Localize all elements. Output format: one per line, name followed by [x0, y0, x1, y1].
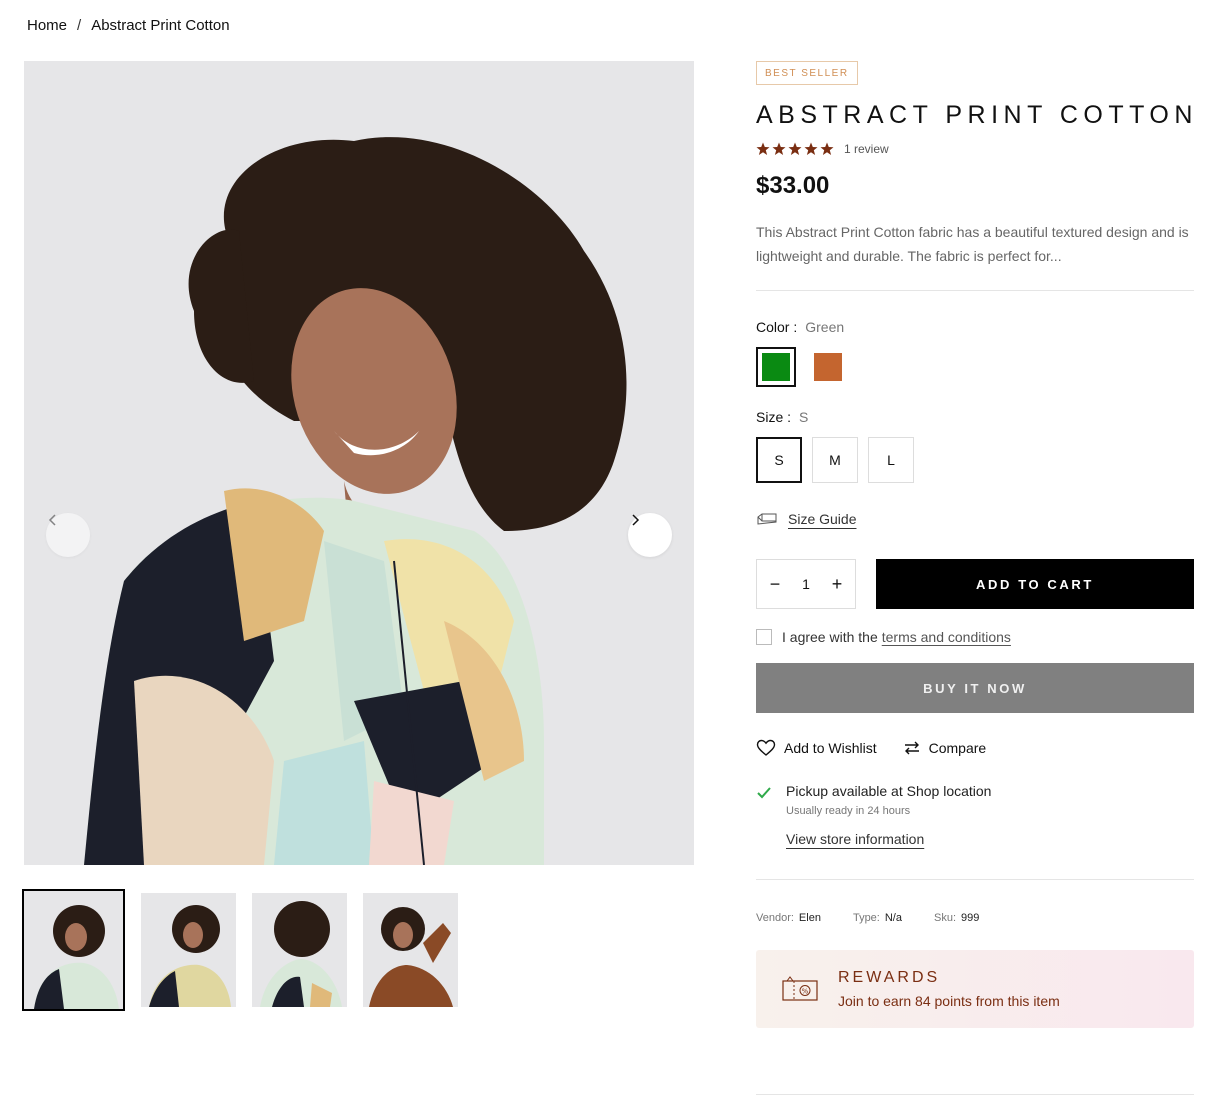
terms-text: I agree with the	[782, 629, 878, 645]
quantity-increase-button[interactable]: +	[827, 574, 847, 595]
divider	[756, 879, 1194, 880]
color-option: Color : Green	[756, 319, 1194, 387]
divider	[756, 1094, 1194, 1095]
size-m-button[interactable]: M	[812, 437, 858, 483]
size-guide-link[interactable]: Size Guide	[788, 511, 856, 527]
best-seller-badge: BEST SELLER	[756, 61, 858, 85]
view-store-information-link[interactable]: View store information	[786, 831, 924, 847]
rewards-subtitle: Join to earn 84 points from this item	[838, 993, 1060, 1009]
star-icon	[756, 142, 770, 155]
star-icon	[772, 142, 786, 155]
thumbnail-4[interactable]	[363, 893, 458, 1007]
product-photo	[84, 137, 627, 865]
star-icon	[804, 142, 818, 155]
pickup-text: Pickup available at Shop location	[786, 783, 992, 799]
swatch-green[interactable]	[756, 347, 796, 387]
size-buttons: S M L	[756, 437, 1194, 483]
review-count[interactable]: 1 review	[844, 142, 889, 156]
wishlist-label: Add to Wishlist	[784, 740, 877, 756]
thumbnail-2[interactable]	[141, 893, 236, 1007]
product-info: BEST SELLER ABSTRACT PRINT COTTON 1 revi…	[756, 61, 1194, 1028]
quantity-decrease-button[interactable]: −	[765, 574, 785, 595]
size-label-text: Size :	[756, 409, 792, 425]
vendor-meta: Vendor: Elen	[756, 912, 821, 924]
terms-checkbox[interactable]	[756, 629, 772, 645]
star-icon	[788, 142, 802, 155]
size-l-button[interactable]: L	[868, 437, 914, 483]
buy-it-now-button[interactable]: BUY IT NOW	[756, 663, 1194, 713]
cart-row: − 1 + ADD TO CART	[756, 559, 1194, 609]
type-meta: Type: N/a	[852, 912, 902, 924]
divider	[756, 290, 1194, 291]
product-description: This Abstract Print Cotton fabric has a …	[756, 224, 1189, 264]
prev-image-button[interactable]	[46, 513, 90, 557]
product-rating: 1 review	[756, 142, 1194, 156]
sku-meta: Sku: 999	[933, 912, 980, 924]
thumbnail-1[interactable]	[22, 889, 125, 1011]
chevron-left-icon	[48, 514, 56, 526]
thumbnail-strip	[22, 889, 458, 1011]
size-option: Size : S S M L	[756, 409, 1194, 483]
sku-value: 999	[961, 912, 980, 924]
breadcrumb-current: Abstract Print Cotton	[91, 17, 230, 34]
svg-text:%: %	[802, 988, 809, 996]
product-main-image[interactable]	[24, 61, 694, 865]
ruler-icon	[757, 513, 777, 525]
terms-agreement: I agree with the terms and conditions	[756, 629, 1194, 645]
chevron-right-icon	[632, 514, 640, 526]
rewards-title: REWARDS	[838, 969, 941, 986]
add-to-cart-button[interactable]: ADD TO CART	[876, 559, 1194, 609]
pickup-availability: Pickup available at Shop location Usuall…	[756, 783, 1194, 849]
heart-icon	[756, 739, 776, 756]
compare-label: Compare	[928, 740, 987, 756]
size-selected-value: S	[799, 409, 809, 425]
swatch-copper[interactable]	[808, 347, 848, 387]
color-label-text: Color :	[756, 319, 798, 335]
add-to-wishlist-button[interactable]: Add to Wishlist	[756, 739, 877, 757]
color-selected-value: Green	[805, 319, 845, 335]
product-title: ABSTRACT PRINT COTTON	[756, 101, 1198, 129]
size-guide[interactable]: Size Guide	[756, 511, 1194, 527]
compare-arrows-icon	[904, 741, 919, 755]
size-label: Size : S	[756, 409, 1194, 425]
product-actions: Add to Wishlist Compare	[756, 739, 1194, 757]
quantity-stepper: − 1 +	[756, 559, 856, 609]
coupon-icon: %	[782, 976, 818, 1001]
quantity-value[interactable]: 1	[802, 576, 810, 592]
color-label: Color : Green	[756, 319, 1194, 335]
vendor-value[interactable]: Elen	[799, 912, 821, 924]
type-value: N/a	[884, 912, 902, 924]
product-price: $33.00	[756, 172, 830, 199]
breadcrumb-home[interactable]: Home	[27, 17, 67, 34]
terms-link[interactable]: terms and conditions	[882, 629, 1011, 645]
star-icon	[820, 142, 834, 155]
breadcrumb-separator: /	[77, 17, 82, 34]
next-image-button[interactable]	[628, 513, 672, 557]
product-meta: Vendor: Elen Type: N/a Sku: 999	[756, 912, 1194, 924]
thumbnail-3[interactable]	[252, 893, 347, 1007]
checkmark-icon	[757, 787, 771, 799]
breadcrumb: Home / Abstract Print Cotton	[27, 17, 230, 34]
size-s-button[interactable]: S	[756, 437, 802, 483]
pickup-subtext: Usually ready in 24 hours	[786, 805, 911, 817]
rating-stars	[756, 142, 834, 156]
color-swatches	[756, 347, 1194, 387]
rewards-banner[interactable]: % REWARDS Join to earn 84 points from th…	[756, 950, 1194, 1028]
compare-button[interactable]: Compare	[903, 739, 987, 757]
